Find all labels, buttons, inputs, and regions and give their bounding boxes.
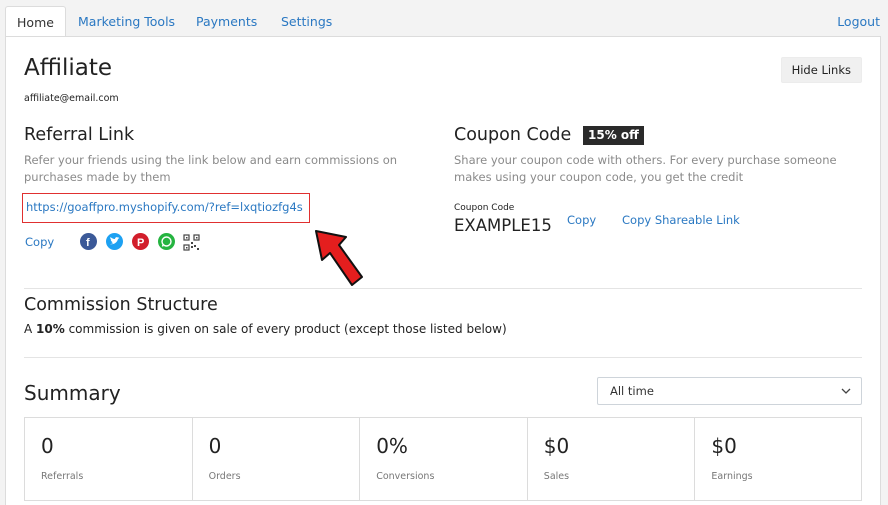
- stat-value: $0: [543, 434, 570, 458]
- copy-coupon-button[interactable]: Copy: [567, 213, 596, 227]
- stat-label: Orders: [208, 471, 241, 482]
- facebook-icon[interactable]: f: [80, 233, 97, 250]
- hide-links-button[interactable]: Hide Links: [780, 57, 862, 83]
- tab-home[interactable]: Home: [5, 6, 66, 37]
- logout-link[interactable]: Logout: [837, 6, 880, 37]
- stat-conversions: 0% Conversions: [360, 418, 528, 500]
- divider: [24, 357, 862, 358]
- whatsapp-icon[interactable]: [158, 233, 175, 250]
- tab-payments[interactable]: Payments: [196, 6, 257, 37]
- affiliate-email: affiliate@email.com: [24, 93, 119, 104]
- top-nav: Home Marketing Tools Payments Settings L…: [0, 0, 888, 37]
- stat-sales: $0 Sales: [528, 418, 696, 500]
- commission-rate: 10%: [36, 322, 65, 336]
- page-title: Affiliate: [24, 55, 113, 81]
- coupon-code-title: Coupon Code: [454, 125, 572, 145]
- coupon-code-label: Coupon Code: [454, 203, 515, 213]
- twitter-icon[interactable]: [106, 233, 123, 250]
- period-select[interactable]: All time: [597, 377, 862, 405]
- referral-link[interactable]: https://goaffpro.myshopify.com/?ref=lxqt…: [22, 193, 310, 223]
- pinterest-icon[interactable]: P: [132, 233, 149, 250]
- copy-referral-link-button[interactable]: Copy: [25, 235, 54, 249]
- summary-title: Summary: [24, 381, 121, 405]
- stat-label: Conversions: [376, 471, 435, 482]
- stat-value: 0: [208, 434, 222, 458]
- commission-text: A 10% commission is given on sale of eve…: [24, 322, 507, 336]
- tab-marketing-tools[interactable]: Marketing Tools: [78, 6, 175, 37]
- svg-text:P: P: [137, 237, 144, 249]
- referral-description: Refer your friends using the link below …: [24, 153, 398, 184]
- svg-text:f: f: [86, 237, 90, 249]
- stat-value: 0%: [376, 434, 408, 458]
- stat-value: 0: [41, 434, 54, 458]
- affiliate-card: Affiliate affiliate@email.com Hide Links…: [5, 36, 881, 505]
- stat-referrals: 0 Referrals: [25, 418, 193, 500]
- period-select-value: All time: [610, 384, 654, 398]
- copy-shareable-link-button[interactable]: Copy Shareable Link: [622, 213, 740, 227]
- referral-link-title: Referral Link: [24, 125, 135, 145]
- discount-badge: 15% off: [583, 126, 644, 145]
- coupon-description: Share your coupon code with others. For …: [454, 153, 837, 184]
- chevron-down-icon: [841, 388, 851, 394]
- stat-value: $0: [711, 434, 737, 458]
- stat-earnings: $0 Earnings: [695, 418, 863, 500]
- stat-label: Sales: [543, 471, 570, 482]
- summary-stats: 0 Referrals 0 Orders 0% Conversions $0 S…: [24, 417, 862, 501]
- commission-structure-title: Commission Structure: [24, 295, 218, 315]
- qr-code-icon[interactable]: [183, 234, 200, 251]
- annotation-arrow-icon: [315, 230, 363, 286]
- stat-label: Referrals: [41, 471, 84, 482]
- divider: [24, 288, 862, 289]
- stat-orders: 0 Orders: [193, 418, 361, 500]
- coupon-code-value: EXAMPLE15: [454, 216, 552, 235]
- stat-label: Earnings: [711, 471, 753, 482]
- tab-settings[interactable]: Settings: [281, 6, 332, 37]
